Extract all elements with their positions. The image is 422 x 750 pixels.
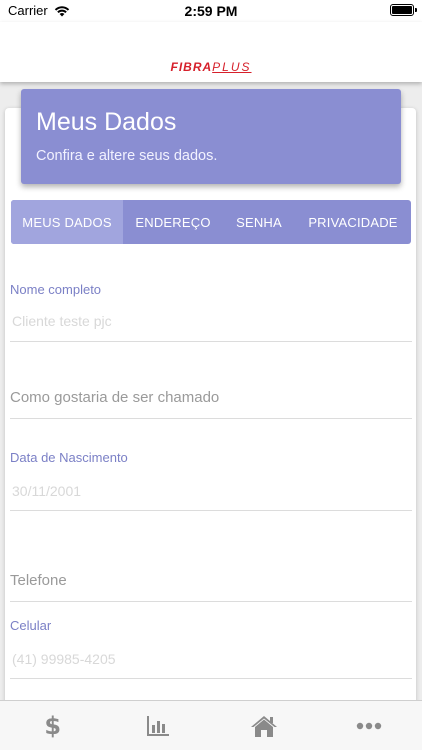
logo-main-text: FIBRA — [170, 60, 213, 74]
battery-icon — [390, 4, 417, 16]
mobile-label: Celular — [10, 618, 52, 633]
full-name-label: Nome completo — [10, 282, 102, 297]
tabbar-item-finance[interactable]: $ — [0, 701, 106, 750]
section-tabs: MEUS DADOS ENDEREÇO SENHA PRIVACIDADE — [11, 200, 411, 244]
fibraplus-logo: FIBRA PLUS — [170, 60, 251, 74]
tab-privacidade[interactable]: PRIVACIDADE — [295, 200, 411, 244]
tabbar-item-usage[interactable] — [106, 701, 212, 750]
status-time: 2:59 PM — [184, 3, 238, 19]
dollar-icon: $ — [44, 711, 62, 740]
nickname-placeholder[interactable]: Como gostaria de ser chamado — [10, 389, 219, 406]
nickname-underline — [10, 418, 412, 419]
mobile-value[interactable]: (41) 99985-4205 — [12, 651, 116, 667]
home-icon — [250, 715, 277, 737]
page-banner: Meus Dados Confira e altere seus dados. — [21, 89, 401, 184]
tabbar-item-more[interactable] — [317, 701, 422, 750]
full-name-field[interactable]: Nome completo Cliente teste pjc — [10, 282, 412, 344]
phone-placeholder[interactable]: Telefone — [10, 572, 67, 589]
page-subtitle: Confira e altere seus dados. — [36, 148, 218, 164]
birth-date-field[interactable]: Data de Nascimento 30/11/2001 — [10, 450, 412, 512]
bar-chart-icon — [147, 715, 170, 736]
birth-date-label: Data de Nascimento — [10, 450, 128, 465]
mobile-underline — [10, 678, 412, 679]
page-title: Meus Dados — [36, 108, 177, 136]
birth-date-underline — [10, 510, 412, 511]
app-header: FIBRA PLUS — [0, 22, 422, 82]
tab-meus-dados[interactable]: MEUS DADOS — [11, 200, 123, 244]
logo-plus-text: PLUS — [212, 60, 252, 74]
phone-underline — [10, 601, 412, 602]
tab-senha[interactable]: SENHA — [223, 200, 295, 244]
mobile-field[interactable]: Celular (41) 99985-4205 — [10, 618, 412, 680]
tabbar-item-home[interactable] — [211, 701, 317, 750]
status-bar: Carrier 2:59 PM — [0, 0, 422, 22]
more-icon — [357, 722, 382, 729]
bottom-tab-bar: $ — [0, 700, 422, 750]
tab-endereco[interactable]: ENDEREÇO — [123, 200, 223, 244]
birth-date-value[interactable]: 30/11/2001 — [12, 483, 81, 499]
full-name-underline — [10, 341, 412, 342]
nickname-field[interactable]: Como gostaria de ser chamado — [10, 388, 412, 422]
full-name-value[interactable]: Cliente teste pjc — [12, 313, 112, 329]
phone-field[interactable]: Telefone — [10, 571, 412, 605]
